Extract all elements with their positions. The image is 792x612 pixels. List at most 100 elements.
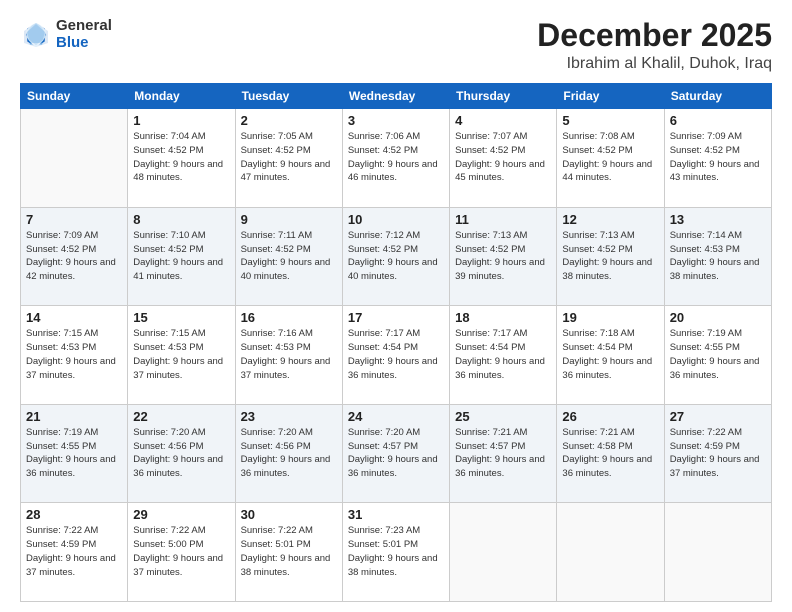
sunset-label: Sunset: 4:52 PM (562, 145, 632, 156)
day-number: 4 (455, 113, 551, 128)
day-info: Sunrise: 7:09 AM Sunset: 4:52 PM Dayligh… (26, 229, 122, 284)
day-number: 23 (241, 409, 337, 424)
sunrise-label: Sunrise: 7:06 AM (348, 131, 420, 142)
sunrise-label: Sunrise: 7:08 AM (562, 131, 634, 142)
logo-icon (20, 19, 52, 51)
table-row: 30 Sunrise: 7:22 AM Sunset: 5:01 PM Dayl… (235, 503, 342, 602)
sunrise-label: Sunrise: 7:21 AM (562, 427, 634, 438)
sunrise-label: Sunrise: 7:19 AM (670, 328, 742, 339)
calendar-week-row: 21 Sunrise: 7:19 AM Sunset: 4:55 PM Dayl… (21, 404, 772, 503)
col-sunday: Sunday (21, 84, 128, 109)
sunset-label: Sunset: 4:52 PM (348, 244, 418, 255)
sunrise-label: Sunrise: 7:15 AM (26, 328, 98, 339)
calendar-header-row: Sunday Monday Tuesday Wednesday Thursday… (21, 84, 772, 109)
table-row: 15 Sunrise: 7:15 AM Sunset: 4:53 PM Dayl… (128, 306, 235, 405)
day-number: 1 (133, 113, 229, 128)
day-info: Sunrise: 7:11 AM Sunset: 4:52 PM Dayligh… (241, 229, 337, 284)
calendar-week-row: 7 Sunrise: 7:09 AM Sunset: 4:52 PM Dayli… (21, 207, 772, 306)
day-number: 22 (133, 409, 229, 424)
sunrise-label: Sunrise: 7:11 AM (241, 230, 313, 241)
day-info: Sunrise: 7:08 AM Sunset: 4:52 PM Dayligh… (562, 130, 658, 185)
sunrise-label: Sunrise: 7:13 AM (455, 230, 527, 241)
day-info: Sunrise: 7:22 AM Sunset: 4:59 PM Dayligh… (26, 524, 122, 579)
sunset-label: Sunset: 5:01 PM (241, 539, 311, 550)
daylight-label: Daylight: 9 hours and 36 minutes. (348, 356, 438, 381)
col-tuesday: Tuesday (235, 84, 342, 109)
sunrise-label: Sunrise: 7:05 AM (241, 131, 313, 142)
sunset-label: Sunset: 4:59 PM (670, 441, 740, 452)
sunset-label: Sunset: 4:52 PM (670, 145, 740, 156)
daylight-label: Daylight: 9 hours and 37 minutes. (133, 356, 223, 381)
col-saturday: Saturday (664, 84, 771, 109)
table-row: 26 Sunrise: 7:21 AM Sunset: 4:58 PM Dayl… (557, 404, 664, 503)
calendar-week-row: 28 Sunrise: 7:22 AM Sunset: 4:59 PM Dayl… (21, 503, 772, 602)
day-info: Sunrise: 7:09 AM Sunset: 4:52 PM Dayligh… (670, 130, 766, 185)
sunrise-label: Sunrise: 7:10 AM (133, 230, 205, 241)
daylight-label: Daylight: 9 hours and 41 minutes. (133, 257, 223, 282)
day-info: Sunrise: 7:12 AM Sunset: 4:52 PM Dayligh… (348, 229, 444, 284)
sunrise-label: Sunrise: 7:22 AM (133, 525, 205, 536)
sunrise-label: Sunrise: 7:21 AM (455, 427, 527, 438)
daylight-label: Daylight: 9 hours and 37 minutes. (670, 454, 760, 479)
table-row: 3 Sunrise: 7:06 AM Sunset: 4:52 PM Dayli… (342, 109, 449, 208)
day-info: Sunrise: 7:20 AM Sunset: 4:57 PM Dayligh… (348, 426, 444, 481)
day-info: Sunrise: 7:19 AM Sunset: 4:55 PM Dayligh… (26, 426, 122, 481)
daylight-label: Daylight: 9 hours and 37 minutes. (26, 553, 116, 578)
daylight-label: Daylight: 9 hours and 45 minutes. (455, 159, 545, 184)
logo-blue-text: Blue (56, 35, 112, 52)
day-info: Sunrise: 7:13 AM Sunset: 4:52 PM Dayligh… (455, 229, 551, 284)
day-number: 24 (348, 409, 444, 424)
daylight-label: Daylight: 9 hours and 40 minutes. (348, 257, 438, 282)
daylight-label: Daylight: 9 hours and 37 minutes. (26, 356, 116, 381)
table-row: 18 Sunrise: 7:17 AM Sunset: 4:54 PM Dayl… (450, 306, 557, 405)
col-friday: Friday (557, 84, 664, 109)
col-monday: Monday (128, 84, 235, 109)
daylight-label: Daylight: 9 hours and 38 minutes. (670, 257, 760, 282)
day-number: 26 (562, 409, 658, 424)
logo-text: General Blue (56, 18, 112, 51)
sunset-label: Sunset: 4:52 PM (133, 145, 203, 156)
day-number: 12 (562, 212, 658, 227)
day-number: 13 (670, 212, 766, 227)
sunrise-label: Sunrise: 7:14 AM (670, 230, 742, 241)
daylight-label: Daylight: 9 hours and 36 minutes. (348, 454, 438, 479)
sunset-label: Sunset: 4:55 PM (26, 441, 96, 452)
sunrise-label: Sunrise: 7:19 AM (26, 427, 98, 438)
table-row: 1 Sunrise: 7:04 AM Sunset: 4:52 PM Dayli… (128, 109, 235, 208)
sunrise-label: Sunrise: 7:20 AM (241, 427, 313, 438)
table-row: 7 Sunrise: 7:09 AM Sunset: 4:52 PM Dayli… (21, 207, 128, 306)
sunrise-label: Sunrise: 7:17 AM (455, 328, 527, 339)
daylight-label: Daylight: 9 hours and 36 minutes. (562, 356, 652, 381)
table-row: 4 Sunrise: 7:07 AM Sunset: 4:52 PM Dayli… (450, 109, 557, 208)
day-number: 6 (670, 113, 766, 128)
table-row (21, 109, 128, 208)
day-info: Sunrise: 7:04 AM Sunset: 4:52 PM Dayligh… (133, 130, 229, 185)
sunset-label: Sunset: 4:52 PM (562, 244, 632, 255)
day-info: Sunrise: 7:14 AM Sunset: 4:53 PM Dayligh… (670, 229, 766, 284)
day-info: Sunrise: 7:19 AM Sunset: 4:55 PM Dayligh… (670, 327, 766, 382)
sunrise-label: Sunrise: 7:17 AM (348, 328, 420, 339)
sunset-label: Sunset: 4:53 PM (26, 342, 96, 353)
table-row: 9 Sunrise: 7:11 AM Sunset: 4:52 PM Dayli… (235, 207, 342, 306)
sunset-label: Sunset: 4:52 PM (455, 244, 525, 255)
sunset-label: Sunset: 4:52 PM (26, 244, 96, 255)
sunset-label: Sunset: 4:52 PM (133, 244, 203, 255)
day-number: 18 (455, 310, 551, 325)
day-info: Sunrise: 7:20 AM Sunset: 4:56 PM Dayligh… (133, 426, 229, 481)
sunrise-label: Sunrise: 7:23 AM (348, 525, 420, 536)
day-info: Sunrise: 7:20 AM Sunset: 4:56 PM Dayligh… (241, 426, 337, 481)
calendar-week-row: 14 Sunrise: 7:15 AM Sunset: 4:53 PM Dayl… (21, 306, 772, 405)
day-number: 15 (133, 310, 229, 325)
sunrise-label: Sunrise: 7:16 AM (241, 328, 313, 339)
table-row: 12 Sunrise: 7:13 AM Sunset: 4:52 PM Dayl… (557, 207, 664, 306)
col-wednesday: Wednesday (342, 84, 449, 109)
table-row: 5 Sunrise: 7:08 AM Sunset: 4:52 PM Dayli… (557, 109, 664, 208)
day-info: Sunrise: 7:06 AM Sunset: 4:52 PM Dayligh… (348, 130, 444, 185)
sunrise-label: Sunrise: 7:09 AM (26, 230, 98, 241)
daylight-label: Daylight: 9 hours and 37 minutes. (133, 553, 223, 578)
day-info: Sunrise: 7:18 AM Sunset: 4:54 PM Dayligh… (562, 327, 658, 382)
sunset-label: Sunset: 4:56 PM (133, 441, 203, 452)
table-row: 11 Sunrise: 7:13 AM Sunset: 4:52 PM Dayl… (450, 207, 557, 306)
day-number: 28 (26, 507, 122, 522)
calendar-week-row: 1 Sunrise: 7:04 AM Sunset: 4:52 PM Dayli… (21, 109, 772, 208)
